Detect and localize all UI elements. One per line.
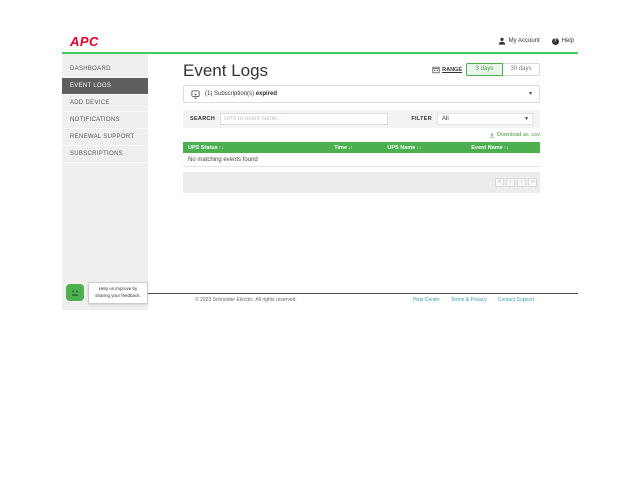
sidebar-item-subscriptions[interactable]: SUBSCRIPTIONS xyxy=(62,146,148,163)
feedback-button[interactable] xyxy=(66,284,84,301)
search-input[interactable] xyxy=(220,113,388,125)
help-icon: ? xyxy=(552,38,559,45)
app-container: APC My Account ? Help DASHBOARD EVENT LO… xyxy=(62,30,578,330)
my-account-button[interactable]: My Account xyxy=(498,37,540,45)
pagination-last-button[interactable]: » xyxy=(528,178,537,187)
topbar-actions: My Account ? Help xyxy=(498,37,578,45)
sidebar-item-event-logs[interactable]: EVENT LOGS xyxy=(62,78,148,95)
column-header-event-name[interactable]: Event Name↑↓ xyxy=(440,145,540,151)
copyright-text: © 2023 Schneider Electric. All rights re… xyxy=(195,297,297,303)
chevron-down-icon[interactable]: ▾ xyxy=(529,91,532,97)
main-content: Event Logs RANGE 3 days 30 days xyxy=(148,54,578,330)
sidebar-item-notifications[interactable]: NOTIFICATIONS xyxy=(62,112,148,129)
sort-icon: ↑↓ xyxy=(504,145,509,151)
range-control: RANGE 3 days 30 days xyxy=(432,63,540,76)
banner-emphasis: expired xyxy=(256,91,277,97)
download-icon xyxy=(489,132,495,138)
feedback-tooltip: Help us improve by sharing your feedback… xyxy=(88,282,148,304)
banner-text: (1) Subscription(s) expired xyxy=(205,91,277,97)
filter-value: All xyxy=(442,116,449,122)
events-table-header: UPS Status↑↓ Time↓↑ UPS Name↑↓ Event Nam… xyxy=(183,142,540,153)
footer-link-contact-support[interactable]: Contact Support xyxy=(498,297,534,303)
sort-icon: ↑↓ xyxy=(219,145,224,151)
user-icon xyxy=(498,37,506,45)
range-label: RANGE xyxy=(442,67,462,73)
sidebar-item-add-device[interactable]: ADD DEVICE xyxy=(62,95,148,112)
chevron-down-icon: ▾ xyxy=(525,116,528,122)
pagination-bar: « ‹ › » xyxy=(183,172,540,193)
sort-icon: ↑↓ xyxy=(416,145,421,151)
help-label: Help xyxy=(562,38,574,44)
sort-icon: ↓↑ xyxy=(348,145,353,151)
download-label: Download as .csv xyxy=(497,132,540,138)
download-csv-link[interactable]: Download as .csv xyxy=(489,132,540,138)
page-title: Event Logs xyxy=(183,61,268,81)
footer-link-terms-privacy[interactable]: Terms & Privacy xyxy=(451,297,487,303)
pagination-next-button[interactable]: › xyxy=(517,178,526,187)
download-row: Download as .csv xyxy=(183,132,540,140)
range-toggle-group: 3 days 30 days xyxy=(466,63,540,76)
apc-logo: APC xyxy=(62,34,99,49)
footer-links: Help Center Terms & Privacy Contact Supp… xyxy=(413,297,540,303)
filter-control: FILTER All ▾ xyxy=(411,113,533,125)
footer-link-help-center[interactable]: Help Center xyxy=(413,297,440,303)
filter-select[interactable]: All ▾ xyxy=(437,113,533,125)
sidebar-item-renewal-support[interactable]: RENEWAL SUPPORT xyxy=(62,129,148,146)
range-3-days-button[interactable]: 3 days xyxy=(466,63,503,76)
column-header-ups-name[interactable]: UPS Name↑↓ xyxy=(369,145,440,151)
footer-divider xyxy=(148,293,578,294)
pagination-first-button[interactable]: « xyxy=(495,178,504,187)
column-header-ups-status[interactable]: UPS Status↑↓ xyxy=(183,145,319,151)
column-header-time[interactable]: Time↓↑ xyxy=(319,145,369,151)
pagination-prev-button[interactable]: ‹ xyxy=(506,178,515,187)
search-filter-toolbar: SEARCH FILTER All ▾ xyxy=(183,110,540,128)
page-footer: © 2023 Schneider Electric. All rights re… xyxy=(183,297,540,303)
ups-device-icon xyxy=(191,90,200,99)
subscription-expired-banner[interactable]: (1) Subscription(s) expired ▾ xyxy=(183,85,540,103)
range-button[interactable]: RANGE xyxy=(432,66,462,74)
search-label: SEARCH xyxy=(190,116,215,122)
sidebar-nav: DASHBOARD EVENT LOGS ADD DEVICE NOTIFICA… xyxy=(62,54,148,310)
top-header: APC My Account ? Help xyxy=(62,30,578,52)
filter-label: FILTER xyxy=(411,116,432,122)
range-30-days-button[interactable]: 30 days xyxy=(503,63,540,76)
empty-table-message: No matching events found xyxy=(183,153,540,167)
my-account-label: My Account xyxy=(509,38,540,44)
sidebar-item-dashboard[interactable]: DASHBOARD xyxy=(62,61,148,78)
date-range-icon xyxy=(432,66,440,74)
feedback-face-icon xyxy=(69,287,81,299)
help-button[interactable]: ? Help xyxy=(552,38,574,45)
